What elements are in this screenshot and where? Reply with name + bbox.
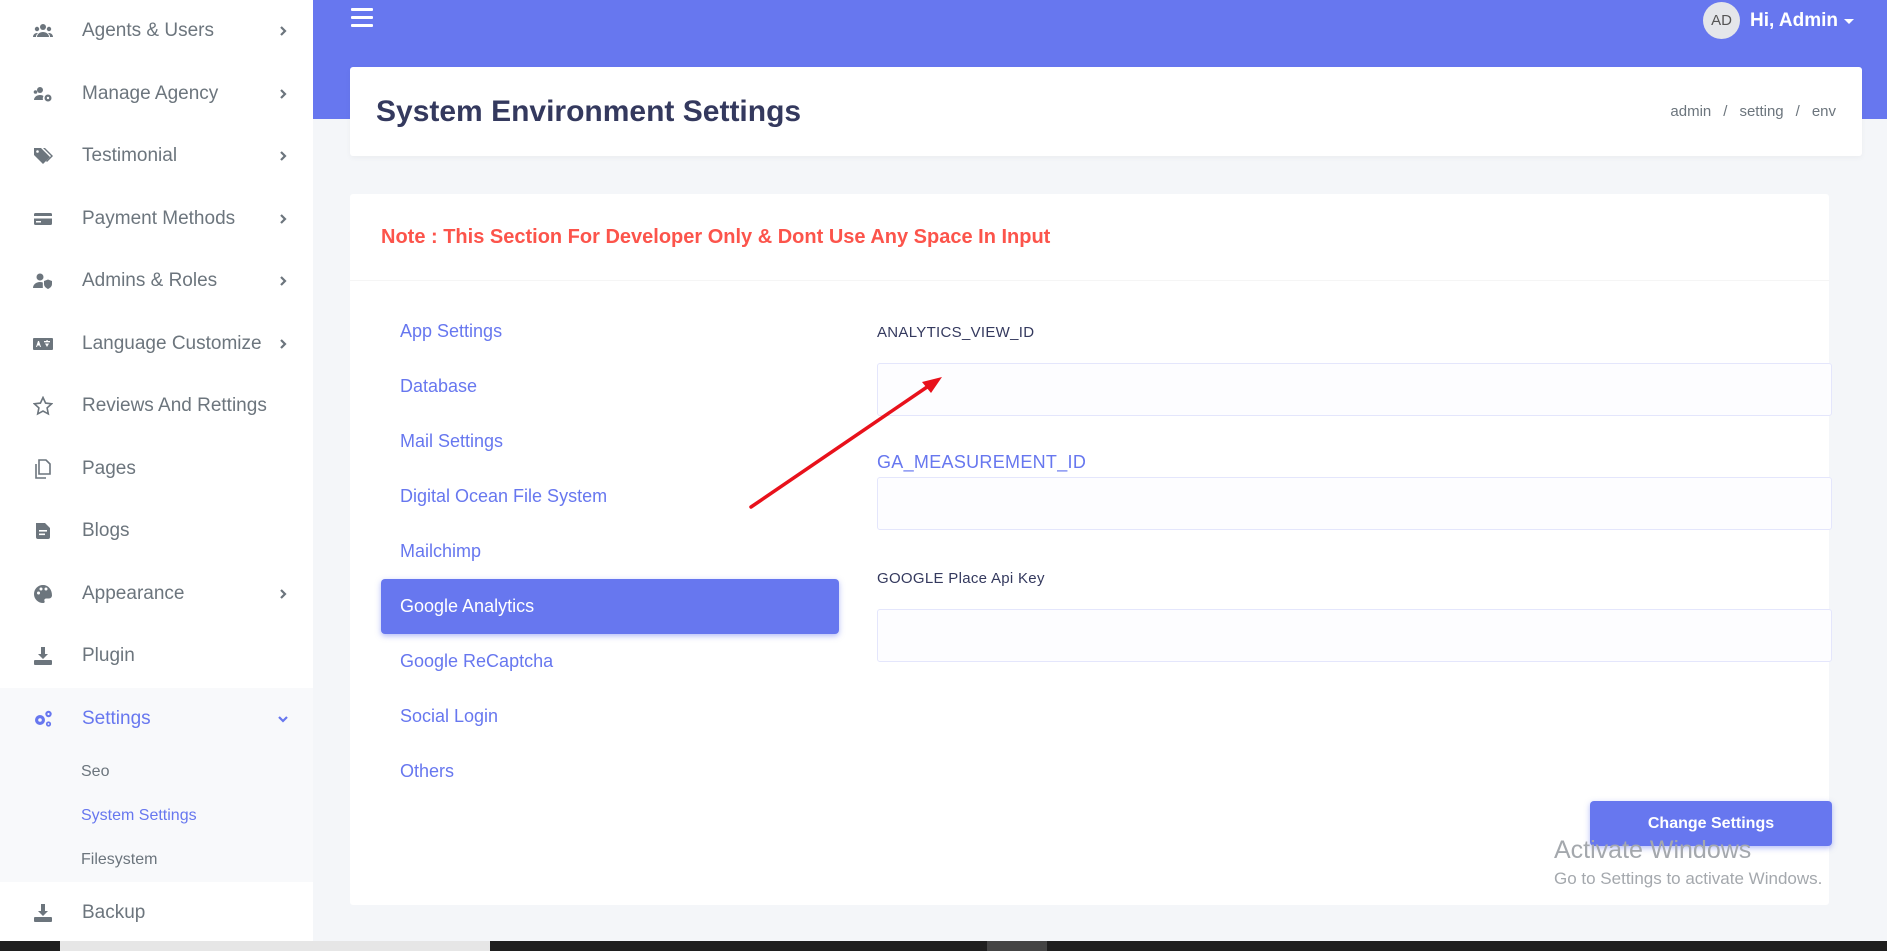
- download-icon: [32, 645, 54, 667]
- chevron-right-icon: [277, 213, 289, 225]
- sidebar-item-plugin[interactable]: Plugin: [0, 625, 313, 688]
- tab-social-login[interactable]: Social Login: [381, 689, 839, 744]
- breadcrumb-separator: /: [1795, 103, 1800, 120]
- ga-measurement-id-input[interactable]: [877, 477, 1832, 530]
- tags-icon: [32, 145, 54, 167]
- sidebar-item-pages[interactable]: Pages: [0, 438, 313, 501]
- settings-tabs: App Settings Database Mail Settings Digi…: [381, 304, 839, 799]
- chevron-right-icon: [277, 88, 289, 100]
- ga-measurement-id-label: GA_MEASUREMENT_ID: [877, 452, 1087, 472]
- sidebar-item-label: Payment Methods: [82, 207, 236, 229]
- download-icon: [32, 902, 54, 924]
- blog-icon: [32, 520, 54, 542]
- sidebar-item-blogs[interactable]: Blogs: [0, 500, 313, 563]
- tab-others[interactable]: Others: [381, 744, 839, 799]
- palette-icon: [32, 583, 54, 605]
- hamburger-menu-icon[interactable]: [351, 8, 373, 28]
- settings-group: Settings Seo System Settings Filesystem: [0, 687, 313, 882]
- sidebar: Agents & Users Manage Agency Testimonial…: [0, 0, 313, 941]
- sidebar-subitem-seo[interactable]: Seo: [0, 750, 313, 794]
- copy-icon: [32, 458, 54, 480]
- taskbar-app[interactable]: [987, 941, 1047, 951]
- sidebar-item-appearance[interactable]: Appearance: [0, 563, 313, 626]
- sidebar-item-label: Settings: [82, 707, 151, 729]
- star-icon: [32, 395, 54, 417]
- sidebar-item-language-customize[interactable]: Language Customize: [0, 313, 313, 376]
- tab-mailchimp[interactable]: Mailchimp: [381, 524, 839, 579]
- tab-digital-ocean-file-system[interactable]: Digital Ocean File System: [381, 469, 839, 524]
- language-icon: [32, 333, 54, 355]
- user-greeting: Hi, Admin: [1750, 9, 1838, 31]
- sidebar-item-admins-roles[interactable]: Admins & Roles: [0, 250, 313, 313]
- settings-submenu: Seo System Settings Filesystem: [0, 750, 313, 882]
- page-title: System Environment Settings: [376, 94, 802, 128]
- activate-windows-watermark: Activate Windows Go to Settings to activ…: [1554, 836, 1822, 889]
- sidebar-item-label: Testimonial: [82, 145, 178, 167]
- breadcrumb-item-admin[interactable]: admin: [1670, 103, 1711, 120]
- users-cog-icon: [32, 83, 54, 105]
- section-header: System Environment Settings admin / sett…: [350, 67, 1862, 156]
- taskbar: [0, 941, 1887, 951]
- sidebar-item-label: Reviews And Rettings: [82, 395, 267, 417]
- breadcrumb: admin / setting / env: [1670, 103, 1836, 120]
- watermark-subtitle: Go to Settings to activate Windows.: [1554, 869, 1823, 888]
- breadcrumb-item-env: env: [1811, 103, 1836, 120]
- tab-google-analytics[interactable]: Google Analytics: [381, 579, 839, 634]
- watermark-title: Activate Windows: [1554, 836, 1752, 864]
- tab-mail-settings[interactable]: Mail Settings: [381, 414, 839, 469]
- sidebar-item-reviews[interactable]: Reviews And Rettings: [0, 375, 313, 438]
- sidebar-item-label: Appearance: [82, 582, 185, 604]
- sidebar-item-label: Backup: [82, 902, 146, 924]
- sidebar-item-agents-users[interactable]: Agents & Users: [0, 0, 313, 63]
- sidebar-item-label: Language Customize: [82, 332, 262, 354]
- tab-database[interactable]: Database: [381, 359, 839, 414]
- sidebar-item-manage-agency[interactable]: Manage Agency: [0, 63, 313, 126]
- chevron-down-icon: [277, 713, 289, 725]
- sidebar-item-label: Blogs: [82, 520, 130, 542]
- breadcrumb-item-setting[interactable]: setting: [1739, 103, 1783, 120]
- sidebar-item-backup[interactable]: Backup: [0, 882, 313, 945]
- user-shield-icon: [32, 270, 54, 292]
- chevron-right-icon: [277, 588, 289, 600]
- sidebar-item-label: Admins & Roles: [82, 270, 218, 292]
- google-place-api-key-input[interactable]: [877, 609, 1832, 662]
- sidebar-item-label: Agents & Users: [82, 20, 214, 42]
- sidebar-subitem-filesystem[interactable]: Filesystem: [0, 838, 313, 882]
- caret-down-icon: [1844, 19, 1854, 24]
- tab-app-settings[interactable]: App Settings: [381, 304, 839, 359]
- cogs-icon: [32, 708, 54, 730]
- sidebar-item-label: Manage Agency: [82, 82, 219, 104]
- sidebar-subitem-system-settings[interactable]: System Settings: [0, 794, 313, 838]
- chevron-right-icon: [277, 275, 289, 287]
- settings-card: Note : This Section For Developer Only &…: [350, 194, 1832, 905]
- developer-note: Note : This Section For Developer Only &…: [350, 194, 1829, 281]
- chevron-right-icon: [277, 25, 289, 37]
- sidebar-item-settings[interactable]: Settings: [0, 688, 313, 751]
- taskbar-search[interactable]: [60, 941, 490, 951]
- user-dropdown[interactable]: AD Hi, Admin: [1703, 2, 1854, 39]
- chevron-right-icon: [277, 338, 289, 350]
- analytics-view-id-label: ANALYTICS_VIEW_ID: [877, 324, 1035, 341]
- users-icon: [32, 20, 54, 42]
- sidebar-item-payment-methods[interactable]: Payment Methods: [0, 188, 313, 251]
- sidebar-item-label: Plugin: [82, 645, 135, 667]
- analytics-view-id-input[interactable]: [877, 363, 1832, 416]
- avatar: AD: [1703, 2, 1741, 39]
- google-place-api-key-label: GOOGLE Place Api Key: [877, 570, 1045, 587]
- chevron-right-icon: [277, 150, 289, 162]
- sidebar-item-testimonial[interactable]: Testimonial: [0, 125, 313, 188]
- credit-card-icon: [32, 208, 54, 230]
- tab-google-recaptcha[interactable]: Google ReCaptcha: [381, 634, 839, 689]
- sidebar-item-label: Pages: [82, 457, 136, 479]
- google-analytics-form: ANALYTICS_VIEW_ID GA_MEASUREMENT_ID GOOG…: [877, 304, 1832, 662]
- breadcrumb-separator: /: [1723, 103, 1728, 120]
